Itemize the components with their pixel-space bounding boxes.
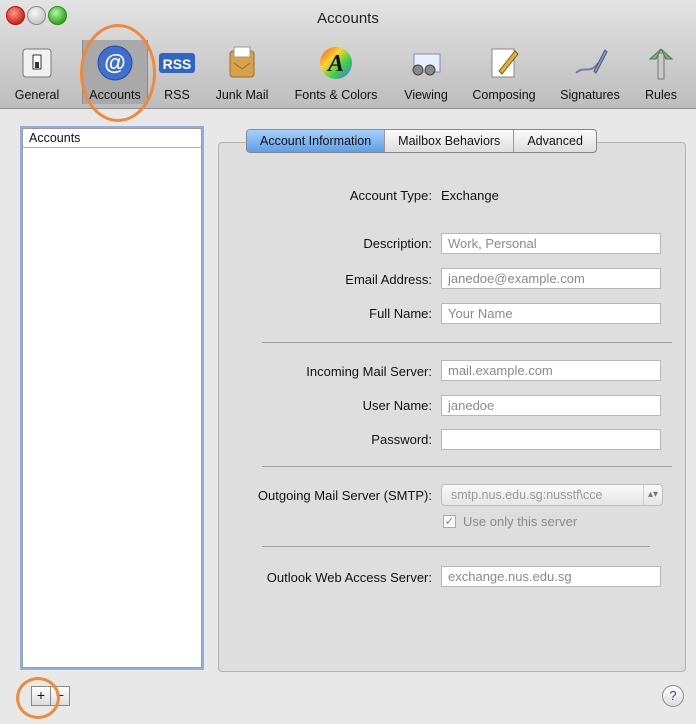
separator	[262, 546, 650, 547]
toolbar-viewing[interactable]: Viewing	[396, 40, 456, 104]
window-toolbar: Accounts General @ Accounts RSS RSS Junk…	[0, 0, 696, 109]
full-name-label: Full Name:	[369, 306, 432, 321]
svg-text:RSS: RSS	[163, 56, 192, 72]
email-address-field[interactable]: janedoe@example.com	[441, 268, 661, 289]
toolbar-label: Signatures	[560, 88, 620, 102]
toolbar-label: Composing	[472, 88, 536, 102]
toolbar-label: Viewing	[404, 88, 448, 102]
tab-account-information[interactable]: Account Information	[247, 130, 386, 152]
account-tabs: Account Information Mailbox Behaviors Ad…	[246, 129, 597, 153]
toolbar-general[interactable]: General	[6, 40, 68, 104]
use-only-this-server-label: Use only this server	[463, 514, 578, 529]
account-type-value: Exchange	[441, 188, 499, 203]
description-field[interactable]: Work, Personal	[441, 233, 661, 254]
separator	[262, 466, 672, 467]
user-name-field[interactable]: janedoe	[441, 395, 661, 416]
user-name-label: User Name:	[362, 398, 432, 413]
toolbar-label: General	[14, 88, 60, 102]
toolbar-accounts[interactable]: @ Accounts	[82, 40, 148, 104]
description-label: Description:	[363, 236, 432, 251]
svg-text:@: @	[104, 50, 125, 75]
toolbar-label: Junk Mail	[215, 88, 269, 102]
rules-icon	[642, 44, 680, 82]
remove-account-button[interactable]: −	[50, 686, 70, 706]
composing-icon	[485, 44, 523, 82]
toolbar-label: Rules	[645, 88, 677, 102]
toolbar-label: Fonts & Colors	[294, 88, 378, 102]
junk-mail-icon	[223, 44, 261, 82]
smtp-server-label: Outgoing Mail Server (SMTP):	[257, 488, 432, 503]
add-account-button[interactable]: +	[31, 686, 51, 706]
toolbar-label: RSS	[164, 88, 190, 102]
incoming-mail-server-field[interactable]: mail.example.com	[441, 360, 661, 381]
svg-text:A: A	[326, 51, 344, 77]
toolbar-rss[interactable]: RSS RSS	[156, 40, 198, 104]
separator	[262, 342, 672, 343]
at-sign-icon: @	[96, 44, 134, 82]
owa-server-label: Outlook Web Access Server:	[266, 570, 432, 585]
signatures-icon	[571, 44, 609, 82]
full-name-field[interactable]: Your Name	[441, 303, 661, 324]
accounts-list-header: Accounts	[23, 129, 201, 148]
updown-arrows-icon: ▴▾	[643, 485, 662, 505]
rss-icon: RSS	[158, 44, 196, 82]
password-label: Password:	[371, 432, 432, 447]
toolbar-composing[interactable]: Composing	[464, 40, 544, 104]
toolbar-rules[interactable]: Rules	[634, 40, 688, 104]
owa-server-field[interactable]: exchange.nus.edu.sg	[441, 566, 661, 587]
toolbar-fonts-colors[interactable]: A Fonts & Colors	[284, 40, 388, 104]
general-switch-icon	[18, 44, 56, 82]
use-only-this-server-checkbox[interactable]: ✓	[443, 515, 456, 528]
smtp-server-select[interactable]: smtp.nus.edu.sg:nusstf\cce ▴▾	[441, 484, 663, 506]
window-title: Accounts	[317, 10, 379, 27]
email-address-label: Email Address:	[345, 272, 432, 287]
account-type-label: Account Type:	[349, 188, 432, 203]
incoming-mail-server-label: Incoming Mail Server:	[306, 364, 432, 379]
password-field[interactable]	[441, 429, 661, 450]
toolbar-label: Accounts	[89, 88, 141, 102]
fonts-colors-icon: A	[317, 44, 355, 82]
viewing-icon	[407, 44, 445, 82]
help-button[interactable]: ?	[662, 685, 684, 707]
tab-advanced[interactable]: Advanced	[514, 130, 596, 152]
accounts-list[interactable]: Accounts	[22, 128, 202, 668]
toolbar-junk-mail[interactable]: Junk Mail	[208, 40, 276, 104]
smtp-server-value: smtp.nus.edu.sg:nusstf\cce	[451, 488, 603, 502]
tab-mailbox-behaviors[interactable]: Mailbox Behaviors	[385, 130, 515, 152]
toolbar-signatures[interactable]: Signatures	[550, 40, 630, 104]
